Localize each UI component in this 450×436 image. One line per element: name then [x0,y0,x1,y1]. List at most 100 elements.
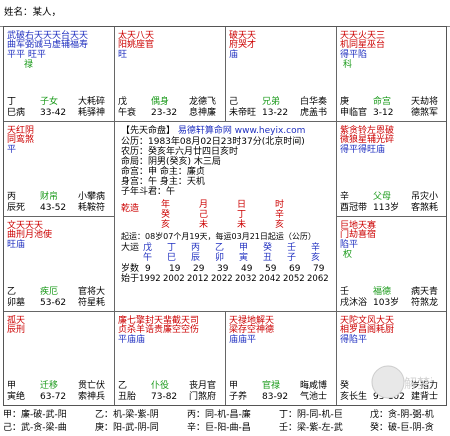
sihua-item: 癸：破-巨-阴-贪 [370,423,434,433]
sihua-item: 甲：廉-破-武-阳 [3,410,67,420]
dayun-branch: 亥 [311,253,321,263]
dayun-age: 79 [313,264,325,274]
center-info-panel: 【先天命盘】 易德轩算命网 www.heyix.com 公历：1983年08月02… [115,122,337,312]
palace-god-a: 龙德飞 [189,97,217,107]
palace-state: 衰 [127,108,137,118]
pillar-header: 日 [237,200,247,210]
palace-stars-line2: 阳姚座官 [118,40,155,50]
pillar-stem: 辛 [275,210,285,220]
center-title: 【先天命盘】 [121,126,176,136]
palace-god-a: 吊灾小 [411,192,439,202]
center-line3: 命局：阴男(癸亥) 木三局 [121,157,221,167]
center-line1: 公历：1983年08月02日23时37分(北京时间) [121,137,305,147]
palace-state: 帝旺 [238,108,257,118]
palace-age: 23-32 [151,108,178,118]
dayun-branch: 子 [287,253,297,263]
palace-gong: 偶身 [151,97,170,107]
palace-age: 33-42 [40,108,67,118]
palace-branch-state: 丑胎 [118,392,136,402]
sihua-item: 乙：机-梁-紫-阴 [95,410,159,420]
palace-stem: 乙 [118,381,128,391]
palace-branch: 午 [118,108,128,118]
palace-gong: 福德 [373,287,392,297]
pillar-header: 年 [161,200,171,210]
dayun-stem: 乙 [215,243,225,253]
palace-god-a: 贯亡伏 [78,381,106,391]
palace-branch-state: 子养 [229,392,247,402]
dayun-age: 39 [217,264,229,274]
palace-god-a: 小攀病 [78,192,106,202]
ages-label: 岁数 [121,264,140,274]
palace-stem: 癸 [340,381,350,391]
dayun-stem: 癸 [263,243,273,253]
palace-age: 43-52 [40,203,67,213]
dayun-branch: 午 [143,253,153,263]
palace-brightness: 庙庙平 [229,335,257,345]
palace-brightness: 得陷平 [340,335,368,345]
watermark-logo: 解梦猪 [370,352,443,406]
palace-gong: 财帛 [40,192,59,202]
palace-gong: 兄弟 [262,97,281,107]
palace-branch-state: 亥长生 [340,392,367,402]
palace-wei: 破天天 府哭才庙己未帝旺 兄弟 13-22 白华奏 虎盖书 [226,27,337,122]
dayun-year: 2022 [211,274,233,284]
pillar-stem: 己 [199,210,209,220]
dayun-year: 2042 [259,274,281,284]
palace-stem: 甲 [229,381,239,391]
dayun-stem: 戊 [143,243,153,253]
pillar-header: 月 [199,200,209,210]
palace-age: 13-22 [262,108,289,118]
palace-state: 临官 [349,108,368,118]
palace-god-a: 官将大 [78,287,106,297]
palace-state: 养 [238,392,248,402]
palace-stars-line2: 门劫喜宿 [340,230,377,240]
palace-shen: 天天火天三 机同星巫台 得平陷科庚申临官 命宫 3-12 天劫将 德煞军 [337,27,446,122]
palace-stars-line2: 机同星巫台 [340,40,386,50]
palace-brightness: 庙 [229,50,239,60]
palace-wu: 太天八天 阳姚座官旺戊午衰 偶身 23-32 龙德飞 息神廉 [115,27,226,122]
header-bar: 姓名：某人， [0,0,450,27]
palace-chen: 天红阴 同鸾煞平丙辰死 财帛 43-52 小攀病 耗鞍符 [4,122,115,217]
pillar-header: 时 [275,200,285,210]
palace-state: 胎 [127,392,137,402]
palace-state: 死 [16,203,26,213]
palace-god-b: 耗鞍符 [78,203,106,213]
dayun-age: 19 [169,264,181,274]
palace-gong: 仆役 [151,381,170,391]
center-line4: 命宫：申 命主：廉贞 [121,167,205,177]
palace-god-b: 气池士 [300,392,328,402]
dayun-age: 29 [193,264,205,274]
palace-stem: 丁 [7,97,17,107]
palace-stars-line2: 梁存空神德 [229,325,275,335]
palace-mao: 文天天天 曲刑月池使 旺庙乙卯墓 疾厄 53-62 官将大 符星耗 [4,217,115,312]
palace-god-b: 索神兵 [78,392,106,402]
center-line6: 子年斗君：午 [121,187,176,197]
dayun-year: 2012 [187,274,209,284]
palace-stem: 己 [229,97,239,107]
pillar-label-qianzao: 乾造 [121,204,140,214]
palace-branch-state: 巳病 [7,108,25,118]
palace-hua: 权 [343,250,353,260]
pillar-stem: 癸 [161,210,171,220]
dayun-stem: 丁 [167,243,177,253]
dayun-stem: 壬 [287,243,297,253]
dayun-year: 1992 [139,274,161,284]
palace-you: 紫贪铃左恩破 微狼星辅光碎 得平得旺庙辛酉冠带 父母 113岁 吊灾小 客煞耗 [337,122,446,217]
sihua-item: 己：武-贪-梁-曲 [3,423,67,433]
palace-branch: 亥 [340,392,350,402]
palace-branch-state: 卯墓 [7,298,25,308]
palace-branch-state: 未帝旺 [229,108,256,118]
palace-brightness: 旺 [118,50,128,60]
palace-stars-line2: 微狼星辅光碎 [340,135,395,145]
sihua-item: 丙：同-机-昌-廉 [187,410,251,420]
pillar-stem: 丁 [237,210,247,220]
palace-gong: 疾厄 [40,287,59,297]
palace-god-a: 晦咸博 [300,381,328,391]
dayun-stem: 辛 [311,243,321,253]
palace-stars-line2: 相罗昌阁耗厨 [340,325,395,335]
pillar-branch: 未 [199,220,209,230]
palace-si: 武破右天天天台天天 曲军弼诚马虚辅福寿 平平 旺平禄丁巳病 子女 33-42 大耗碎 耗驿神 [4,27,115,122]
palace-god-b: 德煞军 [411,108,439,118]
dayun-branch: 巳 [167,253,177,263]
palace-gong: 命宫 [373,97,392,107]
